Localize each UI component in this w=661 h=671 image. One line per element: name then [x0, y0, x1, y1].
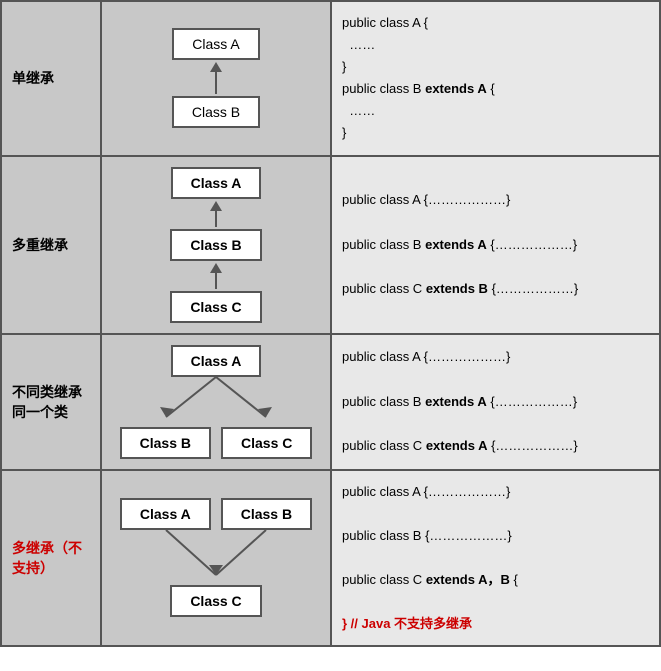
ml-code-1: public class A {………………} [342, 189, 649, 211]
code-same-parent: public class A {………………} public class B e… [331, 334, 660, 470]
class-box-b-sameparent: Class B [120, 427, 211, 459]
class-box-c-multilevel: Class C [170, 291, 261, 323]
diagram-multilevel-col: Class A Class B Class C [112, 167, 320, 323]
code-line-1: public class A { [342, 12, 649, 34]
arrowhead-multilevel-1 [210, 201, 222, 211]
diagram-same-parent: Class A Class B Class C [101, 334, 331, 470]
arrow-multilevel-2 [210, 263, 222, 289]
row4-arrows-container [116, 530, 316, 585]
label-same-parent: 不同类继承同一个类 [1, 334, 101, 470]
class-box-c-sameparent: Class C [221, 427, 312, 459]
inheritance-table: 单继承 Class A Class B public class A { …… … [0, 0, 661, 647]
mi-code-spacer1 [342, 503, 649, 525]
code-single: public class A { …… } public class B ext… [331, 1, 660, 156]
code-multiple: public class A {………………} public class B {… [331, 470, 660, 647]
same-parent-diagram: Class A Class B Class C [112, 345, 320, 459]
row4-top-boxes: Class A Class B [120, 498, 312, 530]
sp-code-3: public class C extends A {………………} [342, 435, 649, 457]
ml-code-2: public class B extends A {………………} [342, 234, 649, 256]
arrow-container-same-parent [136, 377, 296, 427]
sp-code-2: public class B extends A {………………} [342, 391, 649, 413]
arrowline-single [215, 72, 217, 94]
row-single-inheritance: 单继承 Class A Class B public class A { …… … [1, 1, 660, 156]
class-box-c-multiple: Class C [170, 585, 261, 617]
label-multiple: 多继承（不支持） [1, 470, 101, 647]
arrowline-multilevel-1 [215, 211, 217, 227]
ml-code-spacer1 [342, 211, 649, 233]
arrowhead-multilevel-2 [210, 263, 222, 273]
mi-code-spacer2 [342, 547, 649, 569]
class-box-b-multiple: Class B [221, 498, 312, 530]
code-line-3: } [342, 56, 649, 78]
arrow-single [210, 62, 222, 94]
mi-code-3: public class C extends A，B { [342, 569, 649, 591]
sp-code-spacer1 [342, 368, 649, 390]
ml-code-3: public class C extends B {………………} [342, 278, 649, 300]
mi-code-4: } // Java 不支持多继承 [342, 613, 649, 635]
mi-code-spacer3 [342, 591, 649, 613]
sp-code-spacer2 [342, 413, 649, 435]
mi-code-1: public class A {………………} [342, 481, 649, 503]
code-line-5: …… [342, 100, 649, 122]
row-multiple-inheritance: 多继承（不支持） Class A Class B [1, 470, 660, 647]
class-box-a-sameparent: Class A [171, 345, 262, 377]
diagram-single: Class A Class B [101, 1, 331, 156]
row4-arrows-svg [116, 530, 316, 585]
code-line-2: …… [342, 34, 649, 56]
arrowhead-single [210, 62, 222, 72]
row-boxes-same-parent: Class B Class C [120, 427, 313, 459]
label-single: 单继承 [1, 1, 101, 156]
class-box-b-single: Class B [172, 96, 260, 128]
class-box-b-multilevel: Class B [170, 229, 261, 261]
class-box-a-multiple: Class A [120, 498, 211, 530]
class-box-a-multilevel: Class A [171, 167, 262, 199]
row4-diagram-container: Class A Class B Class C [112, 498, 320, 617]
ml-code-spacer2 [342, 256, 649, 278]
arrows-svg-same-parent [136, 377, 296, 427]
diagram-single-col: Class A Class B [112, 28, 320, 128]
row-same-parent: 不同类继承同一个类 Class A Class B [1, 334, 660, 470]
class-box-a-single: Class A [172, 28, 259, 60]
arrow-multilevel-1 [210, 201, 222, 227]
arrowline-multilevel-2 [215, 273, 217, 289]
label-multilevel: 多重继承 [1, 156, 101, 334]
code-line-4: public class B extends A { [342, 78, 649, 100]
code-line-6: } [342, 122, 649, 144]
diagram-multiple: Class A Class B Class C [101, 470, 331, 647]
row-multilevel: 多重继承 Class A Class B Class C public clas… [1, 156, 660, 334]
mi-code-2: public class B {………………} [342, 525, 649, 547]
code-multilevel: public class A {………………} public class B e… [331, 156, 660, 334]
sp-code-1: public class A {………………} [342, 346, 649, 368]
diagram-multilevel: Class A Class B Class C [101, 156, 331, 334]
